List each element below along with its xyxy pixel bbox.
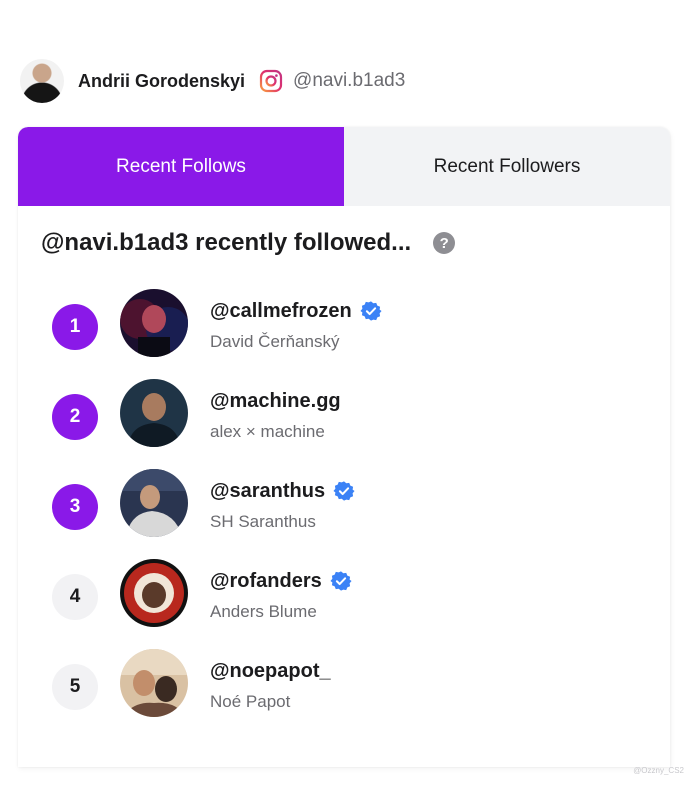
avatar[interactable] bbox=[120, 379, 188, 447]
follow-handle[interactable]: @rofanders bbox=[210, 570, 322, 593]
rank-badge: 1 bbox=[52, 304, 98, 350]
follow-handle[interactable]: @callmefrozen bbox=[210, 300, 352, 323]
rank-badge: 5 bbox=[52, 664, 98, 710]
list-item[interactable]: 2 @machine.gg alex × machine bbox=[18, 379, 670, 469]
follow-name: alex × machine bbox=[210, 422, 325, 441]
section-header: @navi.b1ad3 recently followed... ? bbox=[41, 229, 456, 257]
rank-badge: 2 bbox=[52, 394, 98, 440]
instagram-icon bbox=[259, 69, 283, 93]
profile-handle[interactable]: @navi.b1ad3 bbox=[293, 70, 405, 92]
rank-badge: 4 bbox=[52, 574, 98, 620]
profile-avatar[interactable] bbox=[20, 59, 64, 103]
profile-header: Andrii Gorodenskyi @navi.b1ad3 bbox=[20, 56, 405, 106]
avatar[interactable] bbox=[120, 289, 188, 357]
follow-name: SH Saranthus bbox=[210, 512, 316, 531]
list-item[interactable]: 4 @rofanders Anders Blume bbox=[18, 559, 670, 649]
follows-list: 1 @callmefrozen David Čerňanský 2 @machi… bbox=[18, 289, 670, 739]
follow-handle[interactable]: @noepapot_ bbox=[210, 660, 331, 683]
avatar[interactable] bbox=[120, 469, 188, 537]
follow-handle[interactable]: @machine.gg bbox=[210, 390, 341, 413]
tab-recent-follows[interactable]: Recent Follows bbox=[18, 127, 344, 206]
tab-bar: Recent Follows Recent Followers bbox=[18, 127, 670, 206]
watermark: @Ozzny_CS2 bbox=[633, 766, 684, 775]
follows-card: Recent Follows Recent Followers @navi.b1… bbox=[18, 127, 670, 767]
avatar[interactable] bbox=[120, 559, 188, 627]
tab-recent-followers[interactable]: Recent Followers bbox=[344, 127, 670, 206]
follow-name: Anders Blume bbox=[210, 602, 317, 621]
verified-badge-icon bbox=[333, 480, 355, 502]
profile-name[interactable]: Andrii Gorodenskyi bbox=[78, 71, 245, 92]
question-icon[interactable]: ? bbox=[433, 232, 456, 254]
follow-name: David Čerňanský bbox=[210, 332, 340, 351]
rank-badge: 3 bbox=[52, 484, 98, 530]
list-item[interactable]: 1 @callmefrozen David Čerňanský bbox=[18, 289, 670, 379]
section-title: @navi.b1ad3 recently followed... bbox=[41, 229, 412, 256]
list-item[interactable]: 5 @noepapot_ Noé Papot bbox=[18, 649, 670, 739]
verified-badge-icon bbox=[330, 570, 352, 592]
follow-handle[interactable]: @saranthus bbox=[210, 480, 325, 503]
verified-badge-icon bbox=[360, 300, 382, 322]
follow-name: Noé Papot bbox=[210, 692, 291, 711]
list-item[interactable]: 3 @saranthus SH Saranthus bbox=[18, 469, 670, 559]
avatar[interactable] bbox=[120, 649, 188, 717]
